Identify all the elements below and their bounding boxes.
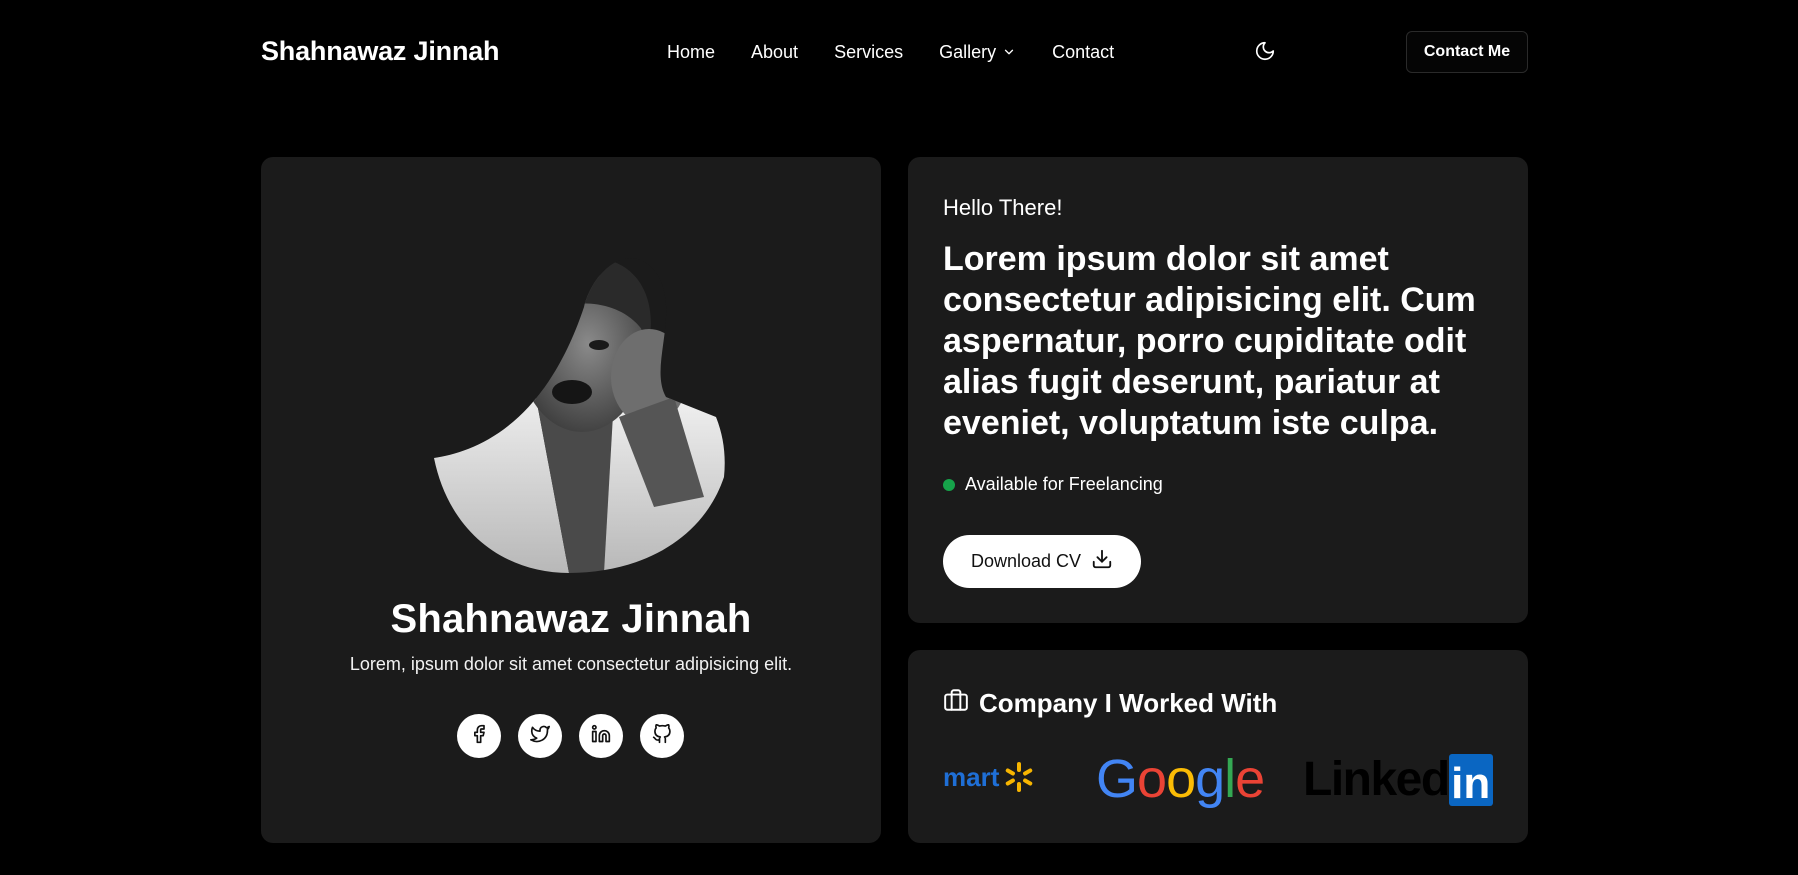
intro-greeting: Hello There! [943,195,1063,220]
linkedin-icon [591,724,611,749]
linkedin-logo: Linked in [1303,752,1493,807]
site-header: Shahnawaz Jinnah Home About Services Gal… [261,0,1528,104]
company-logos: mart Google Linked in [943,750,1498,810]
walmart-logo: mart [943,760,1036,794]
download-cv-label: Download CV [970,551,1082,571]
intro-card: Hello There! Lorem ipsum dolor sit amet … [908,157,1528,623]
nav-home[interactable]: Home [667,40,715,64]
companies-title: Company I Worked With [979,688,1278,718]
nav-contact-label: Contact [1052,41,1115,62]
nav-services[interactable]: Services [834,40,903,64]
google-letter: G [1096,750,1138,809]
avatar [404,247,734,573]
twitter-icon [530,724,550,749]
twitter-button[interactable] [518,714,562,758]
google-letter: o [1137,750,1167,809]
nav-gallery-label: Gallery [939,41,997,62]
social-links [457,714,684,758]
linkedin-logo-text: Linked [1303,753,1450,806]
github-button[interactable] [640,714,684,758]
nav-home-label: Home [667,41,716,62]
profile-tagline: Lorem, ipsum dolor sit amet consectetur … [349,654,793,674]
linkedin-button[interactable] [579,714,623,758]
google-letter: l [1224,750,1236,809]
chevron-down-icon [1002,45,1016,59]
nav-contact[interactable]: Contact [1052,40,1114,64]
profile-name: Shahnawaz Jinnah [390,597,752,641]
nav-about[interactable]: About [751,40,798,64]
status-dot [943,478,955,491]
availability-label: Available for Freelancing [965,474,1163,494]
intro-headline: Lorem ipsum dolor sit amet consectetur a… [943,240,1476,442]
github-icon [652,723,672,749]
profile-card: Shahnawaz Jinnah Lorem, ipsum dolor sit … [261,157,881,843]
google-logo: Google [1096,750,1265,810]
companies-card: Company I Worked With mart Google Linked… [908,650,1528,843]
main-nav: Home About Services Gallery Contact [667,40,1150,64]
nav-gallery[interactable]: Gallery [939,40,1016,64]
nav-about-label: About [751,41,799,62]
google-letter: o [1166,750,1196,809]
google-letter: e [1235,750,1265,809]
nav-services-label: Services [834,41,904,62]
download-icon [1091,548,1113,575]
availability-status: Available for Freelancing [943,474,1163,495]
walmart-logo-text: mart [943,761,1000,792]
companies-heading: Company I Worked With [943,687,1277,720]
facebook-icon [469,724,489,749]
brand-logo-text[interactable]: Shahnawaz Jinnah [261,36,500,67]
google-letter: g [1195,750,1225,809]
contact-me-button[interactable]: Contact Me [1406,31,1528,73]
briefcase-icon [943,687,969,720]
linkedin-logo-box: in [1448,753,1493,806]
download-cv-button[interactable]: Download CV [943,535,1141,588]
facebook-button[interactable] [457,714,501,758]
moon-icon[interactable] [1254,40,1278,64]
walmart-spark-icon [1006,762,1033,792]
